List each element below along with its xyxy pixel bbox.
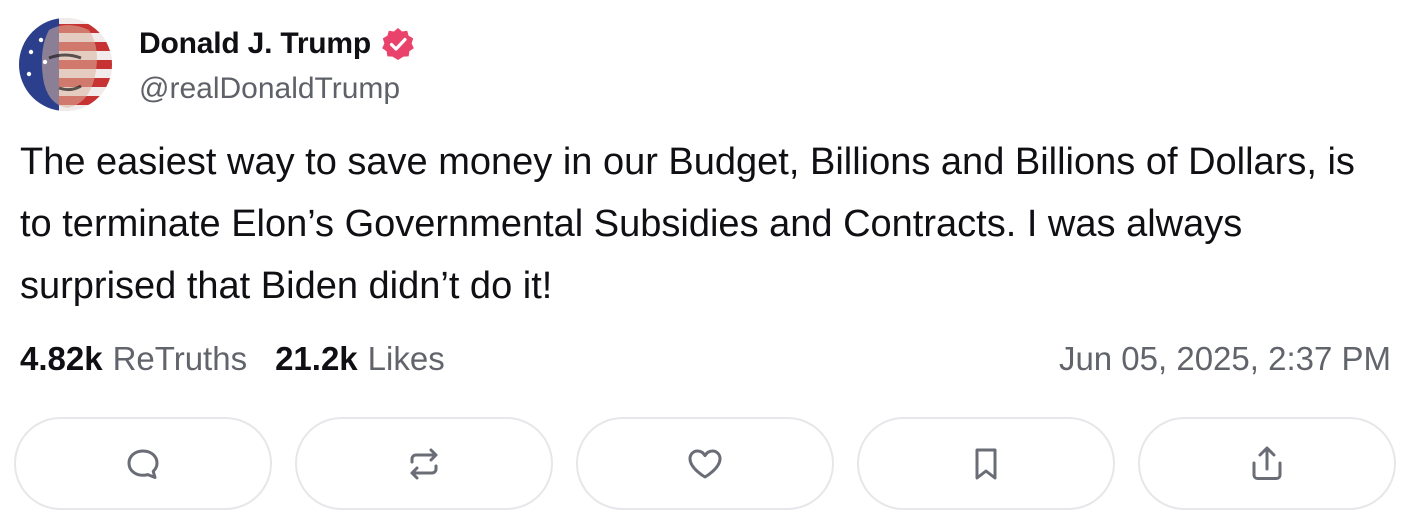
share-button[interactable] (1138, 417, 1396, 510)
reply-button[interactable] (14, 417, 272, 510)
author-name-row: Donald J. Trump (139, 24, 416, 64)
reply-icon (127, 449, 159, 479)
likes-count[interactable]: 21.2k (275, 340, 358, 378)
bookmark-icon (975, 448, 997, 479)
retruths-label[interactable]: ReTruths (113, 340, 247, 378)
author-name[interactable]: Donald J. Trump (139, 27, 371, 61)
avatar-image (19, 18, 112, 111)
share-icon (1252, 446, 1282, 480)
avatar[interactable] (19, 18, 112, 111)
retruth-button[interactable] (295, 417, 553, 510)
post-stats: 4.82k ReTruths 21.2k Likes (20, 336, 445, 382)
retruth-icon (410, 448, 438, 479)
bookmark-button[interactable] (857, 417, 1115, 510)
post-text: The easiest way to save money in our Bud… (20, 141, 1355, 307)
like-button[interactable] (576, 417, 834, 510)
action-bar (14, 417, 1396, 512)
likes-label[interactable]: Likes (368, 340, 445, 378)
post-timestamp[interactable]: Jun 05, 2025, 2:37 PM (1059, 336, 1391, 382)
verified-badge-icon (380, 26, 416, 62)
author-handle[interactable]: @realDonaldTrump (139, 72, 400, 106)
retruths-count[interactable]: 4.82k (20, 340, 103, 378)
post-card: Donald J. Trump @realDonaldTrump The eas… (0, 0, 1408, 530)
like-icon (688, 449, 722, 478)
